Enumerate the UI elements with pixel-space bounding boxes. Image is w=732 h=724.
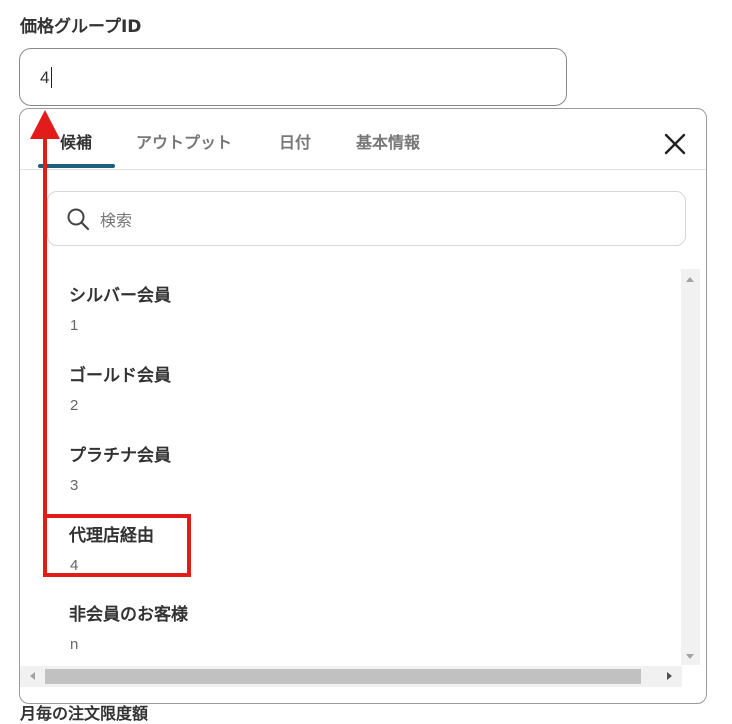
scroll-left-icon[interactable] [30,672,35,680]
close-icon [664,133,686,155]
active-tab-indicator [38,164,115,168]
list-item[interactable]: ゴールド会員 2 [69,361,629,431]
tab-basic-info[interactable]: 基本情報 [356,129,420,153]
option-label: 非会員のお客様 [69,605,188,625]
tab-date[interactable]: 日付 [279,129,311,153]
scroll-down-icon[interactable] [686,654,694,659]
option-value: 3 [70,477,79,494]
highlight-box [43,514,191,577]
option-value: 1 [70,317,79,334]
input-value: 4 [40,68,50,87]
horizontal-scrollbar[interactable] [20,666,682,687]
option-label: ゴールド会員 [69,366,171,386]
tab-bar: 候補 アウトプット 日付 基本情報 [20,109,706,170]
field-label: 価格グループID [20,17,142,37]
search-input[interactable] [98,206,662,234]
search-box [47,191,686,246]
scroll-up-icon[interactable] [686,277,694,282]
list-item[interactable]: 非会員のお客様 n [69,600,629,669]
text-caret [51,67,52,88]
search-icon [67,208,90,231]
list-item[interactable]: シルバー会員 1 [69,281,629,351]
options-list: シルバー会員 1 ゴールド会員 2 プラチナ会員 3 代理店経由 4 非会員のお… [20,269,682,669]
tab-output[interactable]: アウトプット [136,129,232,153]
list-item[interactable]: プラチナ会員 3 [69,441,629,511]
tab-candidates[interactable]: 候補 [60,129,92,153]
scroll-right-icon[interactable] [667,672,672,680]
option-label: プラチナ会員 [69,446,171,466]
close-button[interactable] [662,131,688,157]
vertical-scrollbar[interactable] [681,269,700,665]
price-group-id-input[interactable]: 4 [19,48,567,106]
suggestion-dropdown: 候補 アウトプット 日付 基本情報 シルバー会員 1 ゴールド会員 2 プラチナ… [19,108,707,704]
option-value: n [70,636,79,653]
option-value: 2 [70,397,79,414]
option-label: シルバー会員 [69,286,171,306]
scrollbar-thumb[interactable] [45,669,641,684]
